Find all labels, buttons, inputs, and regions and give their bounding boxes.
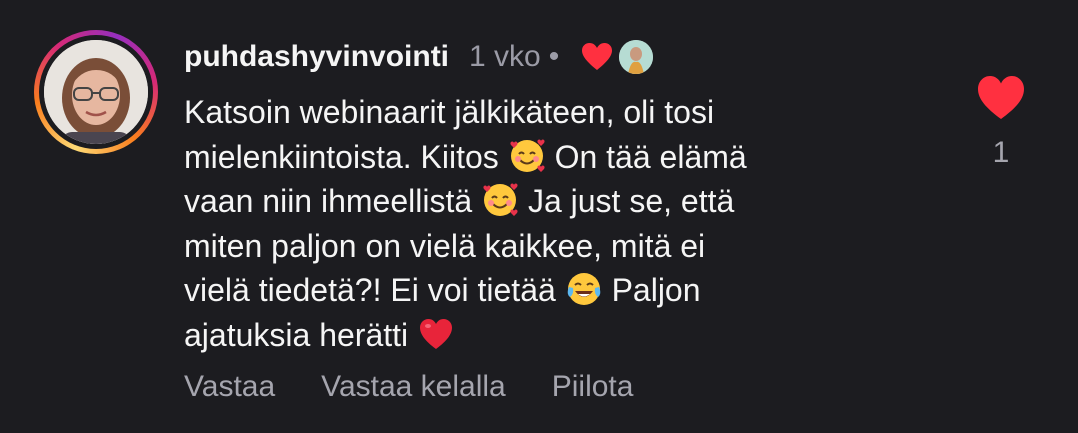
timestamp: 1 vko [469, 40, 541, 73]
comment: puhdashyvinvointi 1 vko • Katsoin webina… [0, 0, 1078, 433]
username[interactable]: puhdashyvinvointi [184, 40, 449, 74]
smiling-face-with-hearts-emoji [508, 137, 546, 175]
separator-dot: • [548, 40, 560, 73]
author-liked-heart-icon [581, 42, 613, 72]
comment-line: vielä tiedetä?! Ei voi tietää Paljon [184, 270, 701, 309]
comment-actions: Vastaa Vastaa kelalla Piilota [184, 370, 679, 404]
comment-line: ajatuksia herätti [184, 313, 924, 358]
comment-line: mielenkiintoista. Kiitos On tää elämä [184, 137, 747, 175]
reply-with-reel-button[interactable]: Vastaa kelalla [321, 370, 506, 404]
avatar-story-ring[interactable] [34, 30, 158, 154]
like-count: 1 [992, 136, 1010, 169]
avatar [44, 40, 148, 144]
comment-header: puhdashyvinvointi 1 vko • [184, 34, 654, 80]
author-avatar-mini [619, 40, 654, 74]
reply-button[interactable]: Vastaa [184, 370, 275, 404]
comment-line: Katsoin webinaarit jälkikäteen, oli tosi [184, 94, 715, 130]
smiling-face-with-hearts-emoji [481, 181, 519, 219]
like-heart-icon[interactable] [976, 74, 1026, 122]
red-heart-emoji [417, 315, 455, 353]
comment-line: vaan niin ihmeellistä Ja just se, että [184, 181, 735, 220]
comment-line: miten paljon on vielä kaikkee, mitä ei [184, 227, 706, 264]
comment-text: Katsoin webinaarit jälkikäteen, oli tosi… [184, 90, 924, 358]
tears-of-joy-emoji [565, 270, 603, 308]
hide-button[interactable]: Piilota [552, 370, 634, 404]
